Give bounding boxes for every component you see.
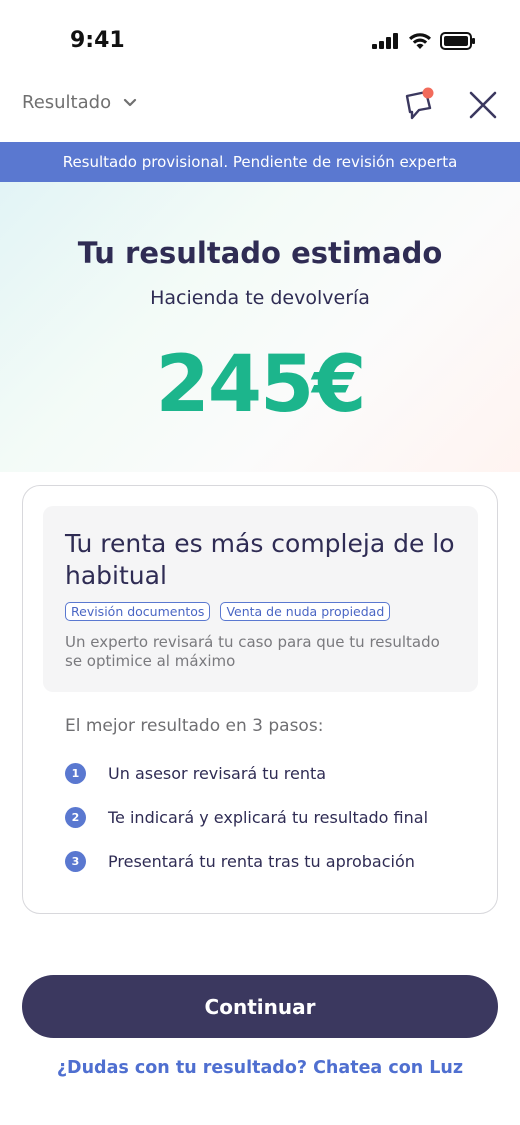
result-dropdown-label: Resultado [22,92,112,113]
close-icon[interactable] [466,88,500,122]
signal-icon [372,33,398,49]
status-time: 9:41 [70,28,125,53]
tag-list: Revisión documentos Venta de nuda propie… [65,602,391,621]
chevron-down-icon [123,98,137,106]
complexity-notice: Tu renta es más compleja de lo habitual … [43,506,478,692]
wifi-icon [409,33,431,49]
step-number: 3 [65,851,86,872]
chat-help-link[interactable]: ¿Dudas con tu resultado? Chatea con Luz [0,1058,520,1078]
tag-revision-documentos: Revisión documentos [65,602,211,621]
status-icons [372,32,476,50]
battery-icon [440,32,475,50]
step-number: 2 [65,807,86,828]
page-title: Tu resultado estimado [77,236,443,270]
steps-title: El mejor resultado en 3 pasos: [65,716,324,736]
step-number: 1 [65,763,86,784]
continue-button[interactable]: Continuar [22,975,498,1038]
step-text: Un asesor revisará tu renta [108,764,327,783]
step-text: Te indicará y explicará tu resultado fin… [108,808,429,827]
step-item: 2 Te indicará y explicará tu resultado f… [65,807,428,828]
refund-amount: 245€ [155,340,366,430]
result-dropdown[interactable]: Resultado [22,92,137,113]
page-subtitle: Hacienda te devolvería [150,287,370,309]
step-item: 3 Presentará tu renta tras tu aprobación [65,851,415,872]
result-card: Tu renta es más compleja de lo habitual … [22,485,498,914]
provisional-banner: Resultado provisional. Pendiente de revi… [0,142,520,182]
step-text: Presentará tu renta tras tu aprobación [108,852,415,871]
complexity-description: Un experto revisará tu caso para que tu … [65,633,440,670]
tag-venta-nuda-propiedad: Venta de nuda propiedad [220,602,391,621]
chat-notification-icon[interactable] [402,86,438,122]
step-item: 1 Un asesor revisará tu renta [65,763,326,784]
top-bar: Resultado [0,84,520,142]
complexity-title: Tu renta es más compleja de lo habitual [65,529,455,590]
status-bar: 9:41 [0,0,520,84]
